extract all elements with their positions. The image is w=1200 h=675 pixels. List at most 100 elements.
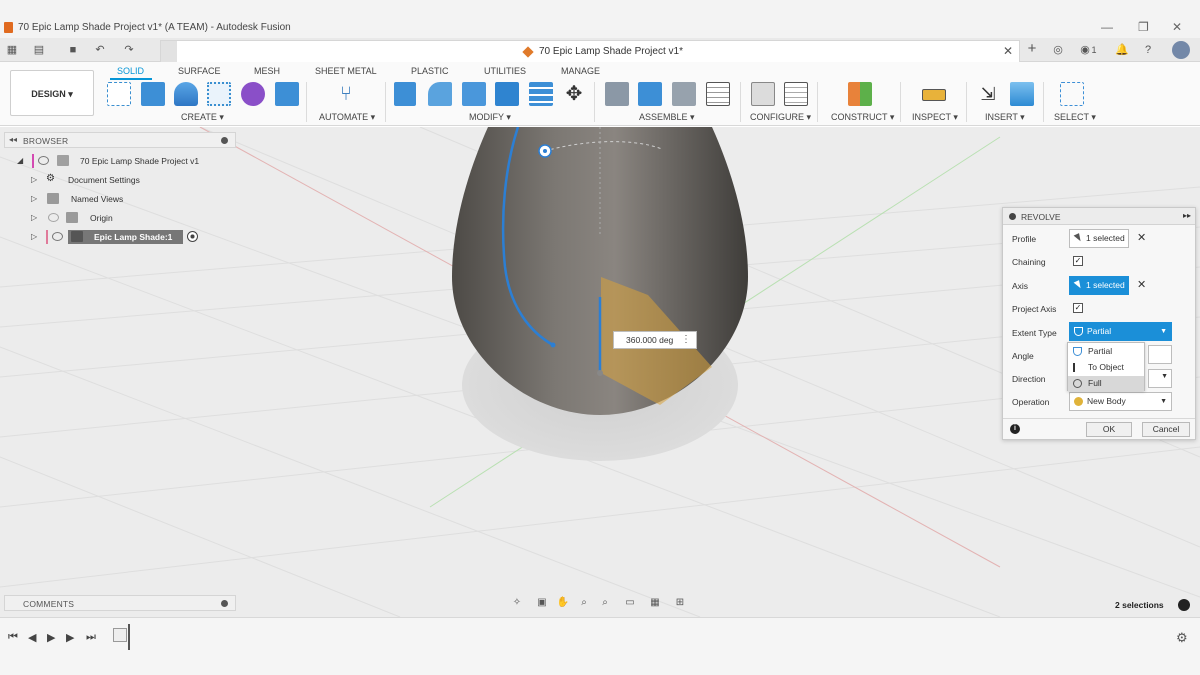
close-tab-icon[interactable]: ✕ — [1003, 44, 1013, 58]
app-grid-icon[interactable]: ▦ — [5, 43, 19, 57]
bom-icon[interactable] — [706, 82, 730, 106]
expand-arrow-icon[interactable]: ▷ — [31, 213, 37, 222]
construct-menu[interactable]: CONSTRUCT ▾ — [831, 112, 894, 123]
close-window-button[interactable]: ✕ — [1172, 20, 1182, 34]
tree-item-component[interactable]: ▷ Epic Lamp Shade:1 — [30, 230, 220, 246]
tab-solid[interactable]: SOLID — [117, 66, 144, 76]
angle-input-box[interactable]: 360.000 deg ⋮ — [613, 331, 697, 349]
tab-manage[interactable]: MANAGE — [561, 66, 600, 76]
undo-icon[interactable]: ↶ — [93, 43, 107, 57]
offset-plane-icon[interactable] — [848, 82, 872, 106]
move-icon[interactable]: ✥ — [562, 82, 586, 106]
selection-filter-icon[interactable] — [1178, 599, 1190, 611]
modify-menu[interactable]: MODIFY ▾ — [469, 112, 511, 123]
shell-icon[interactable] — [462, 82, 486, 106]
comments-panel-header[interactable]: COMMENTS — [4, 595, 236, 611]
gear-icon[interactable]: ⚙ — [1176, 630, 1188, 646]
browser-panel-header[interactable]: ◂◂ BROWSER — [4, 132, 236, 148]
step-back-icon[interactable]: ◀ — [28, 631, 36, 644]
tab-plastic[interactable]: PLASTIC — [411, 66, 449, 76]
new-component-icon[interactable] — [605, 82, 629, 106]
automate-icon[interactable]: ⑂ — [334, 82, 358, 106]
fillet-icon[interactable] — [428, 82, 452, 106]
angle-field[interactable] — [1148, 345, 1172, 364]
create-sketch-icon[interactable] — [107, 82, 131, 106]
inspect-menu[interactable]: INSPECT ▾ — [912, 112, 958, 123]
extensions-icon[interactable]: ◎ — [1050, 42, 1066, 58]
step-forward-icon[interactable]: ▶ — [66, 631, 74, 644]
revolve-icon[interactable] — [174, 82, 198, 106]
file-menu-icon[interactable]: ▤ — [32, 43, 46, 57]
pan-icon[interactable]: ✋ — [556, 596, 570, 610]
press-pull-icon[interactable] — [394, 82, 416, 106]
more-options-icon[interactable]: ⋮ — [681, 332, 691, 348]
create-menu[interactable]: CREATE ▾ — [181, 112, 224, 123]
tab-surface[interactable]: SURFACE — [178, 66, 221, 76]
sweep-icon[interactable] — [207, 82, 231, 106]
collapse-panel-icon[interactable]: ◂◂ — [9, 135, 17, 144]
operation-dropdown[interactable]: New Body ▼ — [1069, 392, 1172, 411]
minimize-button[interactable]: — — [1101, 20, 1113, 34]
panel-pin-icon[interactable] — [221, 137, 228, 144]
fit-icon[interactable]: ⌕ — [598, 596, 612, 610]
form-icon[interactable] — [241, 82, 265, 106]
workspace-switcher-button[interactable]: DESIGN ▾ — [10, 70, 94, 116]
configuration-table-icon[interactable] — [784, 82, 808, 106]
tab-utilities[interactable]: UTILITIES — [484, 66, 526, 76]
insert-menu[interactable]: INSERT ▾ — [985, 112, 1025, 123]
activate-component-icon[interactable] — [187, 231, 198, 242]
configure-menu[interactable]: CONFIGURE ▾ — [750, 112, 811, 123]
project-axis-checkbox[interactable]: ✓ — [1073, 303, 1083, 313]
orbit-icon[interactable]: ✧ — [510, 596, 524, 610]
document-tab[interactable]: 70 Epic Lamp Shade Project v1* ✕ — [160, 40, 1020, 62]
configure-icon[interactable] — [751, 82, 775, 106]
clear-profile-icon[interactable]: ✕ — [1137, 231, 1146, 244]
new-tab-icon[interactable]: + — [1024, 41, 1040, 57]
clear-axis-icon[interactable]: ✕ — [1137, 278, 1146, 291]
extrude-icon[interactable] — [141, 82, 165, 106]
visibility-eye-icon[interactable] — [38, 156, 49, 165]
notifications-icon[interactable]: 🔔 — [1114, 42, 1130, 58]
look-at-icon[interactable]: ▣ — [535, 596, 549, 610]
collapse-arrow-icon[interactable]: ◢ — [17, 156, 23, 165]
joint-icon[interactable] — [638, 82, 662, 106]
tab-sheet-metal[interactable]: SHEET METAL — [315, 66, 377, 76]
cancel-button[interactable]: Cancel — [1142, 422, 1190, 437]
extent-option-full[interactable]: Full — [1068, 376, 1144, 391]
ok-button[interactable]: OK — [1086, 422, 1132, 437]
tree-root-item[interactable]: ◢ 70 Epic Lamp Shade Project v1 — [14, 154, 214, 170]
home-icon[interactable] — [161, 41, 177, 62]
assemble-menu[interactable]: ASSEMBLE ▾ — [639, 112, 695, 123]
expand-arrow-icon[interactable]: ▷ — [31, 175, 37, 184]
automate-menu[interactable]: AUTOMATE ▾ — [319, 112, 375, 123]
user-avatar[interactable] — [1172, 41, 1190, 59]
timeline-sketch-feature[interactable] — [113, 628, 127, 642]
combine-icon[interactable] — [495, 82, 519, 106]
expand-dialog-icon[interactable]: ▸▸ — [1183, 211, 1191, 220]
extent-option-partial[interactable]: Partial — [1068, 344, 1144, 359]
go-to-start-icon[interactable]: ⏮ — [8, 631, 18, 644]
go-to-end-icon[interactable]: ⏭ — [86, 631, 96, 644]
axis-selector[interactable]: 1 selected — [1069, 276, 1129, 295]
help-icon[interactable]: ? — [1140, 42, 1156, 58]
zoom-icon[interactable]: ⌕ — [577, 596, 591, 610]
play-icon[interactable]: ▶ — [47, 631, 55, 644]
insert-derive-icon[interactable]: ⇲ — [976, 82, 1000, 106]
visibility-eye-icon[interactable] — [52, 232, 63, 241]
maximize-button[interactable]: ❐ — [1138, 20, 1149, 34]
chaining-checkbox[interactable]: ✓ — [1073, 256, 1083, 266]
tree-item-document-settings[interactable]: ▷ ⚙ Document Settings — [30, 173, 220, 189]
comments-pin-icon[interactable] — [221, 600, 228, 607]
profile-selector[interactable]: 1 selected — [1069, 229, 1129, 248]
expand-arrow-icon[interactable]: ▷ — [31, 194, 37, 203]
expand-arrow-icon[interactable]: ▷ — [31, 232, 37, 241]
box-icon[interactable] — [275, 82, 299, 106]
display-settings-icon[interactable]: ▭ — [623, 596, 637, 610]
scale-icon[interactable] — [529, 82, 553, 106]
select-menu[interactable]: SELECT ▾ — [1054, 112, 1096, 123]
select-window-icon[interactable] — [1060, 82, 1084, 106]
insert-canvas-icon[interactable] — [1010, 82, 1034, 106]
tree-item-origin[interactable]: ▷ Origin — [30, 211, 220, 227]
redo-icon[interactable]: ↷ — [122, 43, 136, 57]
hidden-eye-icon[interactable] — [48, 213, 59, 222]
